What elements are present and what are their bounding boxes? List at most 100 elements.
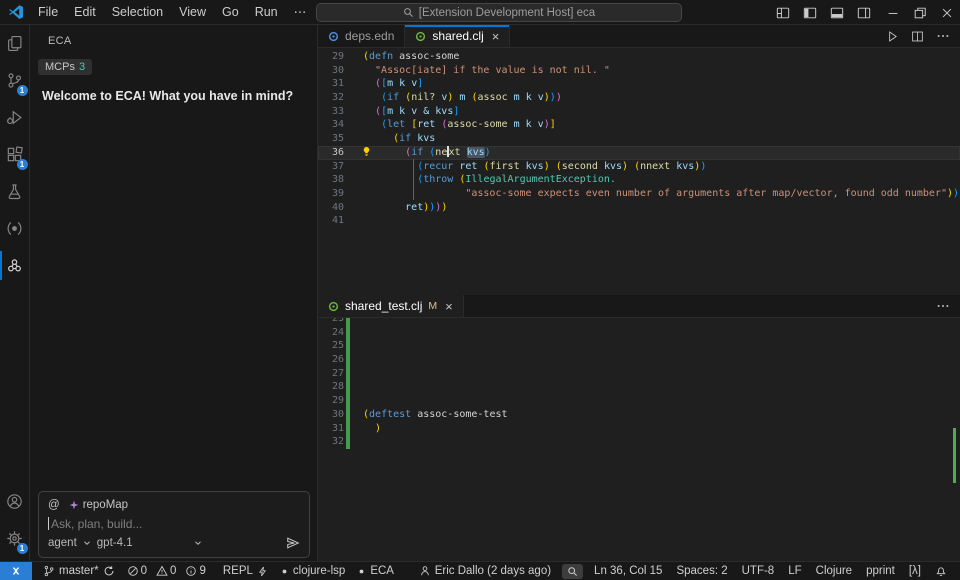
- line-number[interactable]: 31: [318, 422, 344, 436]
- close-button-icon[interactable]: [940, 6, 954, 20]
- status-clojure-lsp[interactable]: clojure-lsp: [275, 562, 350, 580]
- line-number[interactable]: 38: [318, 173, 344, 187]
- status-remote[interactable]: [0, 562, 32, 580]
- code-line-30[interactable]: 30 "Assoc[iate] if the value is not nil.…: [318, 64, 960, 78]
- close-icon[interactable]: ×: [445, 299, 453, 314]
- activity-bar-item-source-control[interactable]: 1: [0, 62, 30, 99]
- line-number[interactable]: 33: [318, 105, 344, 119]
- line-number[interactable]: 39: [318, 187, 344, 201]
- line-number[interactable]: 27: [318, 367, 344, 381]
- code-line-32[interactable]: 32 (if (nil? v) m (assoc m k v))): [318, 91, 960, 105]
- line-number[interactable]: 29: [318, 50, 344, 64]
- line-number[interactable]: 32: [318, 435, 344, 449]
- code-line-39[interactable]: 39 "assoc-some expects even number of ar…: [318, 187, 960, 201]
- code-line-33[interactable]: 33 ([m k v & kvs]: [318, 105, 960, 119]
- code-line-41[interactable]: 41: [318, 214, 960, 228]
- chat-input[interactable]: Ask, plan, build...: [48, 513, 300, 534]
- line-number[interactable]: 41: [318, 214, 344, 228]
- chevron-down-icon[interactable]: [82, 538, 92, 548]
- more-actions-button-icon[interactable]: [936, 29, 950, 43]
- status-indentation[interactable]: Spaces: 2: [671, 562, 732, 580]
- menu-file[interactable]: File: [30, 0, 66, 25]
- code-line-30[interactable]: 30(deftest assoc-some-test: [318, 408, 960, 422]
- line-number[interactable]: 32: [318, 91, 344, 105]
- code-line-28[interactable]: 28: [318, 380, 960, 394]
- code-line-32[interactable]: 32: [318, 435, 960, 449]
- activity-bar-item-calva[interactable]: [0, 210, 30, 247]
- status-problems[interactable]: 009: [122, 562, 216, 580]
- line-number[interactable]: 29: [318, 394, 344, 408]
- command-center[interactable]: [Extension Development Host] eca: [316, 3, 682, 22]
- activity-bar-item-explorer[interactable]: [0, 25, 30, 62]
- close-icon[interactable]: ×: [492, 29, 500, 44]
- editor-shared-test-clj[interactable]: 2324252627282930(deftest assoc-some-test…: [318, 318, 960, 561]
- menu-go[interactable]: Go: [214, 0, 247, 25]
- context-chip-repomap[interactable]: repoMap: [69, 499, 128, 511]
- line-number[interactable]: 23: [318, 318, 344, 326]
- status-search-toggle[interactable]: [562, 564, 583, 579]
- tab-deps-edn[interactable]: deps.edn: [318, 25, 405, 47]
- code-line-35[interactable]: 35 (if kvs: [318, 132, 960, 146]
- code-line-31[interactable]: 31 ([m k v]: [318, 77, 960, 91]
- code-line-38[interactable]: 38 (throw (IllegalArgumentException.: [318, 173, 960, 187]
- activity-bar-item-account[interactable]: [0, 483, 30, 520]
- code-line-34[interactable]: 34 (let [ret (assoc-some m k v)]: [318, 118, 960, 132]
- code-line-40[interactable]: 40 ret)))): [318, 201, 960, 215]
- activity-bar-item-eca[interactable]: [0, 247, 30, 284]
- minimize-button-icon[interactable]: [886, 6, 900, 20]
- status-notifications[interactable]: [930, 562, 952, 580]
- toggle-panel-icon[interactable]: [830, 6, 844, 20]
- activity-bar-item-extensions[interactable]: 1: [0, 136, 30, 173]
- menu-edit[interactable]: Edit: [66, 0, 104, 25]
- more-actions-button-icon[interactable]: [936, 299, 950, 313]
- status-cursor-position[interactable]: Ln 36, Col 15: [589, 562, 667, 580]
- menu-selection[interactable]: Selection: [104, 0, 171, 25]
- line-number[interactable]: 28: [318, 380, 344, 394]
- status-git-branch[interactable]: master*: [38, 562, 120, 580]
- line-number[interactable]: 26: [318, 353, 344, 367]
- line-number[interactable]: 35: [318, 132, 344, 146]
- mcps-badge[interactable]: MCPs 3: [38, 59, 92, 75]
- menu-run[interactable]: Run: [247, 0, 286, 25]
- activity-bar-item-settings[interactable]: 1: [0, 520, 30, 557]
- code-line-31[interactable]: 31 ): [318, 422, 960, 436]
- status-eol[interactable]: LF: [783, 562, 806, 580]
- model-dropdown[interactable]: gpt-4.1: [97, 537, 133, 549]
- code-line-24[interactable]: 24: [318, 326, 960, 340]
- agent-dropdown[interactable]: agent: [48, 537, 77, 549]
- line-number[interactable]: 24: [318, 326, 344, 340]
- code-line-37[interactable]: 37 (recur ret (first kvs) (second kvs) (…: [318, 160, 960, 174]
- code-line-25[interactable]: 25: [318, 339, 960, 353]
- tab-shared_test-clj[interactable]: shared_test.cljM×: [318, 295, 464, 317]
- split-editor-button-icon[interactable]: [911, 30, 924, 43]
- add-context-icon[interactable]: @: [48, 499, 60, 511]
- line-number[interactable]: 31: [318, 77, 344, 91]
- customize-layout-icon[interactable]: [776, 6, 790, 20]
- line-number[interactable]: 30: [318, 64, 344, 78]
- status-lambda[interactable]: [λ]: [904, 562, 926, 580]
- line-number[interactable]: 30: [318, 408, 344, 422]
- status-encoding[interactable]: UTF-8: [737, 562, 780, 580]
- toggle-sidebar-left-icon[interactable]: [803, 6, 817, 20]
- run-button-icon[interactable]: [886, 30, 899, 43]
- status-repl[interactable]: REPL: [218, 562, 273, 580]
- line-number[interactable]: 40: [318, 201, 344, 215]
- code-line-29[interactable]: 29: [318, 394, 960, 408]
- line-number[interactable]: 37: [318, 160, 344, 174]
- restore-button-icon[interactable]: [913, 6, 927, 20]
- menu-view[interactable]: View: [171, 0, 214, 25]
- code-line-36[interactable]: 36 (if (next kvs): [318, 146, 960, 160]
- toggle-sidebar-right-icon[interactable]: [857, 6, 871, 20]
- code-line-27[interactable]: 27: [318, 367, 960, 381]
- code-line-29[interactable]: 29(defn assoc-some: [318, 50, 960, 64]
- code-line-23[interactable]: 23: [318, 318, 960, 326]
- status-language-mode[interactable]: Clojure: [811, 562, 857, 580]
- code-line-26[interactable]: 26: [318, 353, 960, 367]
- chevron-down-icon[interactable]: [193, 538, 203, 548]
- activity-bar-item-testing[interactable]: [0, 173, 30, 210]
- tab-shared-clj[interactable]: shared.clj×: [405, 25, 510, 47]
- send-icon[interactable]: [286, 536, 300, 550]
- line-number[interactable]: 36: [318, 146, 344, 160]
- status-eca-status[interactable]: ECA: [352, 562, 399, 580]
- activity-bar-item-run-debug[interactable]: [0, 99, 30, 136]
